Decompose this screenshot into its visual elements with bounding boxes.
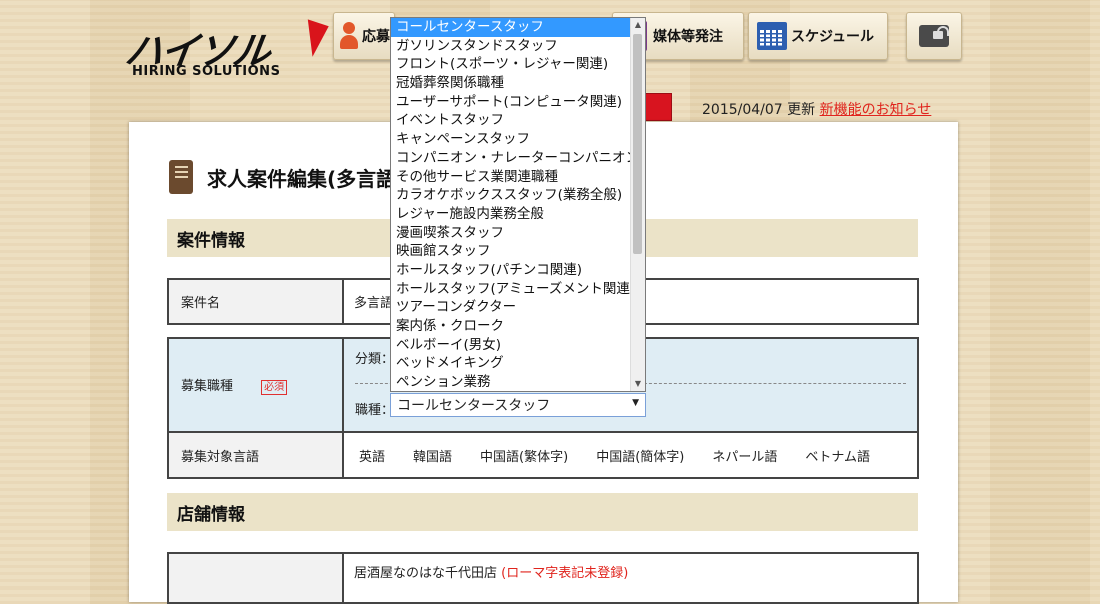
language-list: 英語 韓国語 中国語(繁体字) 中国語(簡体字) ネパール語 ベトナム語 <box>345 434 916 476</box>
dropdown-arrow-icon[interactable]: ▼ <box>632 398 639 408</box>
occupation-dropdown-list[interactable]: コールセンタースタッフ ガソリンスタンドスタッフ フロント(スポーツ・レジャー関連)… <box>390 17 646 392</box>
dropdown-option[interactable]: レジャー施設内業務全般 <box>391 205 632 224</box>
dropdown-option[interactable]: ベッドメイキング <box>391 354 632 373</box>
language-option[interactable]: ネパール語 <box>712 446 777 465</box>
dropdown-option[interactable]: フロント(スポーツ・レジャー関連) <box>391 55 632 74</box>
case-name-label: 案件名 <box>167 278 344 325</box>
occupation-select[interactable]: コールセンタースタッフ ▼ <box>390 393 646 417</box>
dropdown-option[interactable]: その他サービス業関連職種 <box>391 168 632 187</box>
store-value-cell: 居酒屋なのはな千代田店 (ローマ字表記未登録) <box>342 552 919 604</box>
section-store-heading: 店舗情報 <box>177 504 245 525</box>
store-row: 居酒屋なのはな千代田店 (ローマ字表記未登録) <box>167 552 919 604</box>
update-date: 2015/04/07 更新 <box>702 102 816 118</box>
hiring-solutions-logo[interactable]: ハイソル HIRING SOLUTIONS <box>122 19 329 82</box>
nav-schedule-label: スケジュール <box>791 29 875 45</box>
scroll-up-icon[interactable]: ▲ <box>631 18 645 32</box>
target-language-cell: 英語 韓国語 中国語(繁体字) 中国語(簡体字) ネパール語 ベトナム語 <box>342 431 919 479</box>
dropdown-option[interactable]: キャンペーンスタッフ <box>391 130 632 149</box>
nav-oubo-button[interactable]: 応募 <box>333 12 395 60</box>
calendar-icon <box>757 22 787 50</box>
store-label-cell <box>167 552 344 604</box>
page-title: 求人案件編集(多言語 <box>169 160 396 194</box>
language-option[interactable]: 韓国語 <box>413 446 452 465</box>
nav-media-order-label: 媒体等発注 <box>653 29 723 45</box>
store-romaji-note[interactable]: (ローマ字表記未登録) <box>501 566 628 581</box>
section-store-info: 店舗情報 <box>167 493 918 531</box>
language-option[interactable]: 中国語(簡体字) <box>596 446 684 465</box>
dropdown-option[interactable]: 映画館スタッフ <box>391 242 632 261</box>
store-name: 居酒屋なのはな千代田店 <box>354 566 498 581</box>
job-type-label-cell: 募集職種 必須 <box>167 337 344 433</box>
occupation-select-value: コールセンタースタッフ <box>397 398 551 414</box>
dropdown-option[interactable]: ホールスタッフ(パチンコ関連) <box>391 261 632 280</box>
target-language-row: 募集対象言語 英語 韓国語 中国語(繁体字) 中国語(簡体字) ネパール語 ベトナム語 <box>167 431 919 479</box>
dropdown-option[interactable]: カラオケボックススタッフ(業務全般) <box>391 186 632 205</box>
dropdown-option[interactable]: ガソリンスタンドスタッフ <box>391 37 632 56</box>
logo-red-mark <box>297 19 329 59</box>
language-option[interactable]: 英語 <box>359 446 385 465</box>
page-title-text: 求人案件編集(多言語 <box>207 166 397 191</box>
person-icon <box>340 22 358 50</box>
scroll-down-icon[interactable]: ▼ <box>631 377 645 391</box>
update-notice: 2015/04/07 更新 新機能のお知らせ <box>702 99 931 119</box>
logo-text-en: HIRING SOLUTIONS <box>132 64 281 79</box>
notebook-icon <box>169 160 193 194</box>
occupation-label: 職種： <box>355 403 395 418</box>
dropdown-option[interactable]: 漫画喫茶スタッフ <box>391 224 632 243</box>
nav-oubo-label: 応募 <box>362 29 390 45</box>
dropdown-scrollbar[interactable]: ▲ ▼ <box>630 18 645 391</box>
dropdown-option[interactable]: ツアーコンダクター <box>391 298 632 317</box>
store-table: 居酒屋なのはな千代田店 (ローマ字表記未登録) <box>167 552 919 604</box>
lock-icon <box>919 25 949 47</box>
news-link[interactable]: 新機能のお知らせ <box>820 102 932 118</box>
scrollbar-thumb[interactable] <box>633 34 642 254</box>
dropdown-option[interactable]: ペンション業務 <box>391 373 632 391</box>
category-label: 分類： <box>355 352 395 367</box>
dropdown-option[interactable]: コールセンタースタッフ <box>391 18 632 37</box>
section-case-heading: 案件情報 <box>177 230 245 251</box>
nav-schedule-button[interactable]: スケジュール <box>748 12 888 60</box>
target-language-label: 募集対象言語 <box>167 431 344 479</box>
language-option[interactable]: 中国語(繁体字) <box>480 446 568 465</box>
required-badge: 必須 <box>261 380 288 395</box>
dropdown-option[interactable]: 冠婚葬祭関係職種 <box>391 74 632 93</box>
dropdown-option[interactable]: イベントスタッフ <box>391 111 632 130</box>
dropdown-option[interactable]: 案内係・クローク <box>391 317 632 336</box>
language-option[interactable]: ベトナム語 <box>805 446 870 465</box>
dropdown-option[interactable]: コンパニオン・ナレーターコンパニオン <box>391 149 632 168</box>
dropdown-option[interactable]: ベルボーイ(男女) <box>391 336 632 355</box>
dropdown-option[interactable]: ホールスタッフ(アミューズメント関連) <box>391 280 632 299</box>
job-type-label: 募集職種 <box>181 379 234 394</box>
dropdown-option[interactable]: ユーザーサポート(コンピュータ関連) <box>391 93 632 112</box>
logout-button[interactable] <box>906 12 962 60</box>
